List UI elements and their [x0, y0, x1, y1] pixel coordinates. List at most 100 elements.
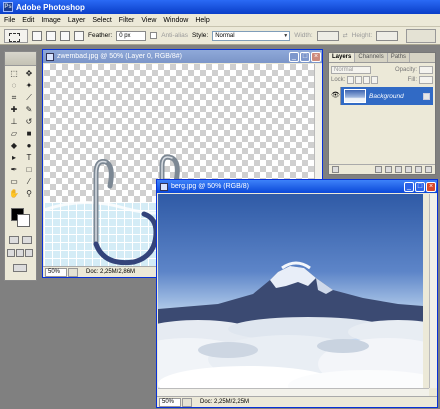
lock-icon — [423, 92, 430, 100]
toolbox-header[interactable] — [5, 52, 36, 66]
menu-window[interactable]: Window — [163, 17, 188, 24]
fill-label: Fill: — [407, 77, 417, 83]
minimize-button[interactable]: _ — [289, 51, 299, 62]
slice-icon[interactable]: ⟋ — [22, 92, 36, 103]
lock-transparency-icon[interactable] — [347, 76, 355, 84]
shape-icon[interactable]: □ — [22, 164, 36, 175]
tab-channels[interactable]: Channels — [355, 53, 388, 62]
berg-document-window[interactable]: berg.jpg @ 50% (RGB/8) _ □ × 50% Doc: 2,… — [156, 179, 438, 408]
berg-vertical-scrollbar[interactable] — [429, 194, 437, 388]
magic-wand-icon[interactable]: ✦ — [22, 80, 36, 91]
lock-all-icon[interactable] — [371, 76, 379, 84]
layer-row-background[interactable]: 👁 Background — [331, 87, 433, 105]
feather-input[interactable]: 0 px — [116, 30, 147, 41]
marquee-icon[interactable]: ⬚ — [7, 68, 21, 79]
jump-to-imageready-icon[interactable] — [13, 264, 27, 272]
tool-preset-picker[interactable] — [4, 28, 28, 43]
app-title: Adobe Photoshop — [16, 2, 85, 12]
menu-edit[interactable]: Edit — [22, 17, 34, 24]
mountain-photo — [158, 261, 423, 388]
type-icon[interactable]: T — [22, 152, 36, 163]
screen-mode-full-icon[interactable] — [25, 249, 33, 257]
new-group-icon[interactable] — [395, 166, 402, 173]
intersect-selection-icon[interactable] — [74, 30, 84, 41]
close-button[interactable]: × — [426, 181, 436, 192]
background-color-swatch[interactable] — [17, 214, 30, 227]
history-brush-icon[interactable]: ↺ — [22, 116, 36, 127]
menu-image[interactable]: Image — [41, 17, 60, 24]
layer-mask-icon[interactable] — [385, 166, 392, 173]
width-input[interactable] — [316, 30, 339, 41]
blend-mode-select[interactable]: Normal — [331, 66, 371, 74]
subtract-selection-icon[interactable] — [60, 30, 70, 41]
zoom-icon[interactable]: ⚲ — [22, 188, 36, 199]
new-layer-icon[interactable] — [415, 166, 422, 173]
zwembad-title-bar[interactable]: zwembad.jpg @ 50% (Layer 0, RGB/8#) _ □ … — [43, 50, 322, 63]
lock-image-icon[interactable] — [355, 76, 363, 84]
layer-style-icon[interactable] — [375, 166, 382, 173]
menu-view[interactable]: View — [141, 17, 156, 24]
opacity-input[interactable] — [419, 66, 433, 74]
eraser-icon[interactable]: ▱ — [7, 128, 21, 139]
maximize-button[interactable]: □ — [300, 51, 310, 62]
lock-label: Lock: — [331, 77, 346, 83]
lock-position-icon[interactable] — [363, 76, 371, 84]
berg-canvas[interactable] — [158, 194, 423, 388]
screen-mode-standard-icon[interactable] — [7, 249, 15, 257]
adjustment-layer-icon[interactable] — [405, 166, 412, 173]
style-select[interactable]: Normal — [212, 30, 291, 41]
minimize-button[interactable]: _ — [404, 181, 414, 192]
layers-palette-footer — [329, 164, 435, 174]
palette-well[interactable] — [406, 28, 436, 43]
lasso-icon[interactable]: ◌ — [7, 80, 21, 91]
menu-filter[interactable]: Filter — [119, 17, 135, 24]
height-label: Height: — [351, 32, 373, 39]
crop-icon[interactable]: ⌗ — [7, 92, 21, 103]
options-bar: Feather: 0 px Anti-alias Style: Normal W… — [0, 27, 440, 45]
brush-icon[interactable]: ✎ — [22, 104, 36, 115]
zwembad-title: zwembad.jpg @ 50% (Layer 0, RGB/8#) — [57, 53, 182, 60]
add-selection-icon[interactable] — [46, 30, 56, 41]
link-layers-icon[interactable] — [332, 166, 339, 173]
screen-mode-full-menu-icon[interactable] — [16, 249, 24, 257]
notes-icon[interactable]: ▭ — [7, 176, 21, 187]
close-button[interactable]: × — [311, 51, 321, 62]
menu-select[interactable]: Select — [92, 17, 111, 24]
eyedropper-icon[interactable]: ⁄ — [22, 176, 36, 187]
photoshop-icon: Ps — [3, 2, 13, 12]
path-selection-icon[interactable]: ▸ — [7, 152, 21, 163]
style-label: Style: — [191, 32, 209, 39]
clone-stamp-icon[interactable]: ⊥ — [7, 116, 21, 127]
quick-mask-icon[interactable] — [22, 236, 32, 244]
dodge-icon[interactable]: ● — [22, 140, 36, 151]
tab-paths[interactable]: Paths — [388, 53, 411, 62]
fill-input[interactable] — [419, 76, 433, 84]
standard-mode-icon[interactable] — [9, 236, 19, 244]
move-icon[interactable]: ✥ — [22, 68, 36, 79]
blur-icon[interactable]: ◆ — [7, 140, 21, 151]
gradient-icon[interactable]: ■ — [22, 128, 36, 139]
toolbox: ⬚ ✥ ◌ ✦ ⌗ ⟋ ✚ ✎ ⊥ ↺ ▱ ■ ◆ ● ▸ T ✒ □ ▭ ⁄ ✋ ⚲ — [4, 51, 37, 281]
height-input[interactable] — [376, 30, 399, 41]
swap-dimensions-icon[interactable]: ⇄ — [343, 32, 348, 39]
new-selection-icon[interactable] — [32, 30, 42, 41]
menu-layer[interactable]: Layer — [68, 17, 86, 24]
trash-icon[interactable] — [425, 166, 432, 173]
navigate-icon[interactable] — [68, 267, 78, 277]
pen-icon[interactable]: ✒ — [7, 164, 21, 175]
tab-layers[interactable]: Layers — [329, 53, 356, 62]
menu-file[interactable]: File — [4, 17, 15, 24]
berg-doc-size: Doc: 2,25M/2,25M — [200, 399, 250, 405]
navigate-icon[interactable] — [182, 397, 192, 407]
hand-icon[interactable]: ✋ — [7, 188, 21, 199]
menu-bar: File Edit Image Layer Select Filter View… — [0, 14, 440, 27]
berg-zoom-field[interactable]: 50% — [159, 397, 181, 407]
maximize-button[interactable]: □ — [415, 181, 425, 192]
eye-icon[interactable]: 👁 — [331, 87, 341, 105]
menu-help[interactable]: Help — [195, 17, 209, 24]
berg-horizontal-scrollbar[interactable] — [158, 388, 429, 396]
zwembad-zoom-field[interactable]: 50% — [45, 267, 67, 277]
anti-alias-checkbox[interactable] — [150, 32, 158, 39]
berg-title-bar[interactable]: berg.jpg @ 50% (RGB/8) _ □ × — [157, 180, 437, 193]
healing-brush-icon[interactable]: ✚ — [7, 104, 21, 115]
